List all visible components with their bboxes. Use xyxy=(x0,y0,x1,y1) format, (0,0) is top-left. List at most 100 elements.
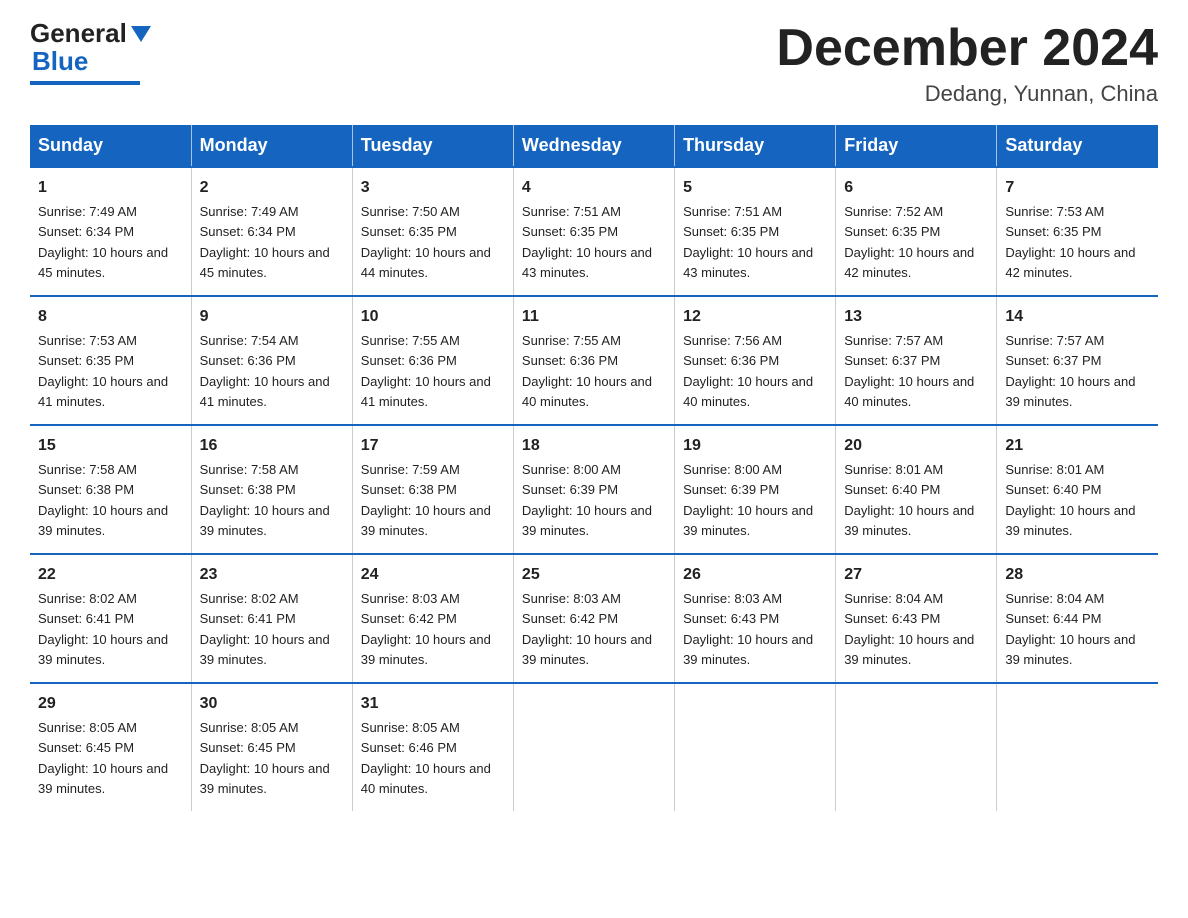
day-number: 15 xyxy=(38,434,183,458)
day-number: 23 xyxy=(200,563,344,587)
day-info: Sunrise: 7:52 AMSunset: 6:35 PMDaylight:… xyxy=(844,204,974,280)
calendar-table: SundayMondayTuesdayWednesdayThursdayFrid… xyxy=(30,125,1158,811)
calendar-cell: 18 Sunrise: 8:00 AMSunset: 6:39 PMDayligh… xyxy=(513,425,674,554)
calendar-cell xyxy=(675,683,836,811)
day-number: 9 xyxy=(200,305,344,329)
day-info: Sunrise: 8:01 AMSunset: 6:40 PMDaylight:… xyxy=(1005,462,1135,538)
day-number: 27 xyxy=(844,563,988,587)
day-number: 22 xyxy=(38,563,183,587)
calendar-header-saturday: Saturday xyxy=(997,125,1158,167)
calendar-cell: 4 Sunrise: 7:51 AMSunset: 6:35 PMDaylight… xyxy=(513,167,674,296)
day-number: 20 xyxy=(844,434,988,458)
calendar-cell: 9 Sunrise: 7:54 AMSunset: 6:36 PMDaylight… xyxy=(191,296,352,425)
calendar-cell: 16Sunrise: 7:58 AMSunset: 6:38 PMDayligh… xyxy=(191,425,352,554)
day-number: 14 xyxy=(1005,305,1150,329)
day-number: 5 xyxy=(683,176,827,200)
day-info: Sunrise: 8:00 AMSunset: 6:39 PMDaylight:… xyxy=(522,462,652,538)
calendar-cell: 24Sunrise: 8:03 AMSunset: 6:42 PMDayligh… xyxy=(352,554,513,683)
calendar-cell: 1 Sunrise: 7:49 AMSunset: 6:34 PMDaylight… xyxy=(30,167,191,296)
calendar-header-sunday: Sunday xyxy=(30,125,191,167)
day-number: 2 xyxy=(200,176,344,200)
day-info: Sunrise: 7:53 AMSunset: 6:35 PMDaylight:… xyxy=(1005,204,1135,280)
day-number: 28 xyxy=(1005,563,1150,587)
calendar-header-friday: Friday xyxy=(836,125,997,167)
day-number: 7 xyxy=(1005,176,1150,200)
day-number: 19 xyxy=(683,434,827,458)
day-info: Sunrise: 8:01 AMSunset: 6:40 PMDaylight:… xyxy=(844,462,974,538)
logo-triangle-icon xyxy=(131,26,151,42)
calendar-cell: 8 Sunrise: 7:53 AMSunset: 6:35 PMDaylight… xyxy=(30,296,191,425)
calendar-cell: 6Sunrise: 7:52 AMSunset: 6:35 PMDaylight… xyxy=(836,167,997,296)
calendar-cell: 27Sunrise: 8:04 AMSunset: 6:43 PMDayligh… xyxy=(836,554,997,683)
day-info: Sunrise: 7:59 AMSunset: 6:38 PMDaylight:… xyxy=(361,462,491,538)
day-info: Sunrise: 8:03 AMSunset: 6:42 PMDaylight:… xyxy=(522,591,652,667)
day-info: Sunrise: 7:53 AMSunset: 6:35 PMDaylight:… xyxy=(38,333,168,409)
day-number: 11 xyxy=(522,305,666,329)
day-info: Sunrise: 7:51 AMSunset: 6:35 PMDaylight:… xyxy=(522,204,652,280)
calendar-cell: 5 Sunrise: 7:51 AMSunset: 6:35 PMDaylight… xyxy=(675,167,836,296)
day-info: Sunrise: 8:03 AMSunset: 6:42 PMDaylight:… xyxy=(361,591,491,667)
day-number: 26 xyxy=(683,563,827,587)
calendar-cell: 2Sunrise: 7:49 AMSunset: 6:34 PMDaylight… xyxy=(191,167,352,296)
calendar-cell: 3Sunrise: 7:50 AMSunset: 6:35 PMDaylight… xyxy=(352,167,513,296)
calendar-cell: 13 Sunrise: 7:57 AMSunset: 6:37 PMDayligh… xyxy=(836,296,997,425)
calendar-header-tuesday: Tuesday xyxy=(352,125,513,167)
logo-blue-text: Blue xyxy=(32,46,88,76)
calendar-cell: 12 Sunrise: 7:56 AMSunset: 6:36 PMDayligh… xyxy=(675,296,836,425)
logo: General Blue xyxy=(30,20,151,85)
logo-underline xyxy=(30,81,140,85)
calendar-week-row: 29 Sunrise: 8:05 AMSunset: 6:45 PMDayligh… xyxy=(30,683,1158,811)
day-info: Sunrise: 7:57 AMSunset: 6:37 PMDaylight:… xyxy=(844,333,974,409)
day-info: Sunrise: 8:04 AMSunset: 6:44 PMDaylight:… xyxy=(1005,591,1135,667)
calendar-cell xyxy=(836,683,997,811)
calendar-cell: 30 Sunrise: 8:05 AMSunset: 6:45 PMDayligh… xyxy=(191,683,352,811)
day-info: Sunrise: 8:02 AMSunset: 6:41 PMDaylight:… xyxy=(200,591,330,667)
calendar-cell xyxy=(997,683,1158,811)
day-info: Sunrise: 7:55 AMSunset: 6:36 PMDaylight:… xyxy=(361,333,491,409)
calendar-cell: 7 Sunrise: 7:53 AMSunset: 6:35 PMDaylight… xyxy=(997,167,1158,296)
day-info: Sunrise: 7:54 AMSunset: 6:36 PMDaylight:… xyxy=(200,333,330,409)
day-number: 18 xyxy=(522,434,666,458)
calendar-cell: 23 Sunrise: 8:02 AMSunset: 6:41 PMDayligh… xyxy=(191,554,352,683)
day-info: Sunrise: 7:56 AMSunset: 6:36 PMDaylight:… xyxy=(683,333,813,409)
title-area: December 2024 Dedang, Yunnan, China xyxy=(776,20,1158,107)
day-number: 13 xyxy=(844,305,988,329)
day-info: Sunrise: 8:03 AMSunset: 6:43 PMDaylight:… xyxy=(683,591,813,667)
day-info: Sunrise: 7:58 AMSunset: 6:38 PMDaylight:… xyxy=(38,462,168,538)
day-number: 25 xyxy=(522,563,666,587)
calendar-cell: 21 Sunrise: 8:01 AMSunset: 6:40 PMDayligh… xyxy=(997,425,1158,554)
day-info: Sunrise: 8:05 AMSunset: 6:46 PMDaylight:… xyxy=(361,720,491,796)
day-number: 12 xyxy=(683,305,827,329)
day-info: Sunrise: 7:51 AMSunset: 6:35 PMDaylight:… xyxy=(683,204,813,280)
calendar-cell: 14 Sunrise: 7:57 AMSunset: 6:37 PMDayligh… xyxy=(997,296,1158,425)
day-info: Sunrise: 8:00 AMSunset: 6:39 PMDaylight:… xyxy=(683,462,813,538)
calendar-header-monday: Monday xyxy=(191,125,352,167)
day-number: 16 xyxy=(200,434,344,458)
day-number: 31 xyxy=(361,692,505,716)
calendar-cell: 25 Sunrise: 8:03 AMSunset: 6:42 PMDayligh… xyxy=(513,554,674,683)
day-number: 29 xyxy=(38,692,183,716)
day-number: 8 xyxy=(38,305,183,329)
calendar-cell: 11Sunrise: 7:55 AMSunset: 6:36 PMDayligh… xyxy=(513,296,674,425)
day-info: Sunrise: 7:50 AMSunset: 6:35 PMDaylight:… xyxy=(361,204,491,280)
calendar-week-row: 15 Sunrise: 7:58 AMSunset: 6:38 PMDayligh… xyxy=(30,425,1158,554)
day-info: Sunrise: 7:57 AMSunset: 6:37 PMDaylight:… xyxy=(1005,333,1135,409)
day-number: 30 xyxy=(200,692,344,716)
day-number: 1 xyxy=(38,176,183,200)
day-info: Sunrise: 8:02 AMSunset: 6:41 PMDaylight:… xyxy=(38,591,168,667)
day-info: Sunrise: 7:49 AMSunset: 6:34 PMDaylight:… xyxy=(38,204,168,280)
calendar-header-thursday: Thursday xyxy=(675,125,836,167)
page-subtitle: Dedang, Yunnan, China xyxy=(776,81,1158,107)
calendar-cell: 10 Sunrise: 7:55 AMSunset: 6:36 PMDayligh… xyxy=(352,296,513,425)
calendar-cell: 31 Sunrise: 8:05 AMSunset: 6:46 PMDayligh… xyxy=(352,683,513,811)
calendar-cell: 22 Sunrise: 8:02 AMSunset: 6:41 PMDayligh… xyxy=(30,554,191,683)
calendar-cell: 17Sunrise: 7:59 AMSunset: 6:38 PMDayligh… xyxy=(352,425,513,554)
day-info: Sunrise: 8:05 AMSunset: 6:45 PMDaylight:… xyxy=(38,720,168,796)
day-number: 4 xyxy=(522,176,666,200)
day-info: Sunrise: 8:05 AMSunset: 6:45 PMDaylight:… xyxy=(200,720,330,796)
calendar-header-wednesday: Wednesday xyxy=(513,125,674,167)
logo-general-text: General xyxy=(30,20,127,46)
day-number: 21 xyxy=(1005,434,1150,458)
page-header: General Blue December 2024 Dedang, Yunna… xyxy=(30,20,1158,107)
day-number: 10 xyxy=(361,305,505,329)
